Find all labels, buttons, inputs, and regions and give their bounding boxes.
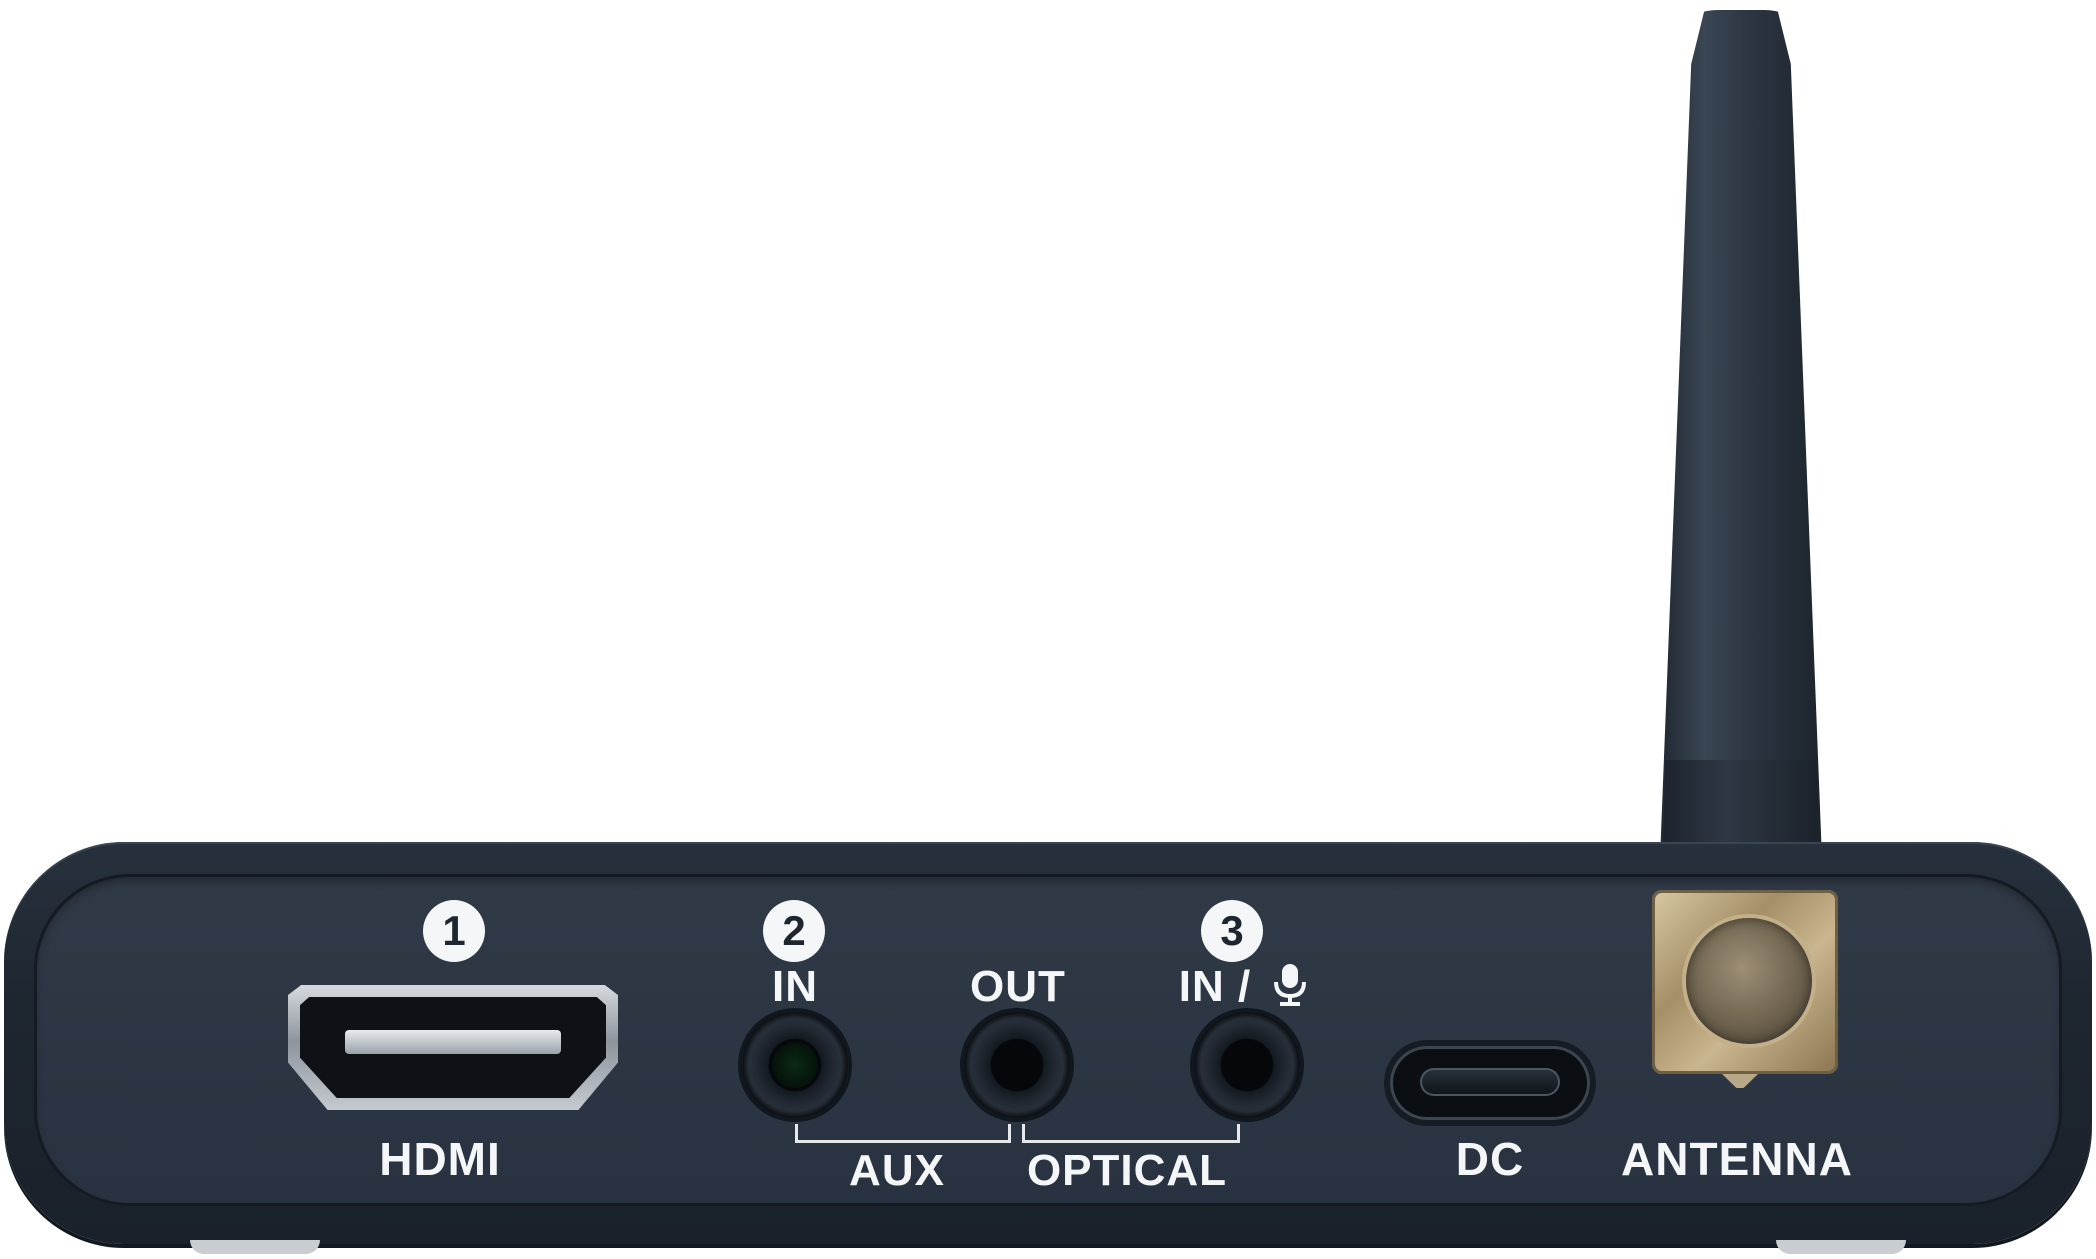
antenna-label: ANTENNA <box>1621 1133 1853 1185</box>
dc-label: DC <box>1455 1133 1525 1185</box>
microphone-icon <box>1274 964 1306 1006</box>
product-photo: 1 2 3 IN OUT IN / HDMI AUX OPTICAL DC AN… <box>0 0 2096 1259</box>
device-foot-left <box>190 1240 320 1254</box>
optical-label: OPTICAL <box>1026 1146 1228 1195</box>
dc-usb-c-port-inner <box>1420 1068 1560 1096</box>
optical-out-jack <box>964 1012 1070 1118</box>
optical-bracket <box>1022 1124 1240 1143</box>
hdmi-label: HDMI <box>379 1133 501 1185</box>
optical-in-jack <box>1194 1012 1300 1118</box>
optical-out-label: OUT <box>970 962 1066 1011</box>
antenna-knob <box>1686 918 1812 1044</box>
optical-in-label: IN / <box>1178 962 1252 1011</box>
aux-in-label: IN <box>772 962 818 1011</box>
device-foot-right <box>1776 1240 1906 1254</box>
port-number-3: 3 <box>1201 900 1263 962</box>
aux-in-jack <box>742 1012 848 1118</box>
hdmi-port-tongue <box>345 1030 561 1054</box>
aux-bracket <box>795 1124 1011 1143</box>
aux-label: AUX <box>849 1146 945 1195</box>
port-number-2: 2 <box>763 900 825 962</box>
port-number-1: 1 <box>423 900 485 962</box>
